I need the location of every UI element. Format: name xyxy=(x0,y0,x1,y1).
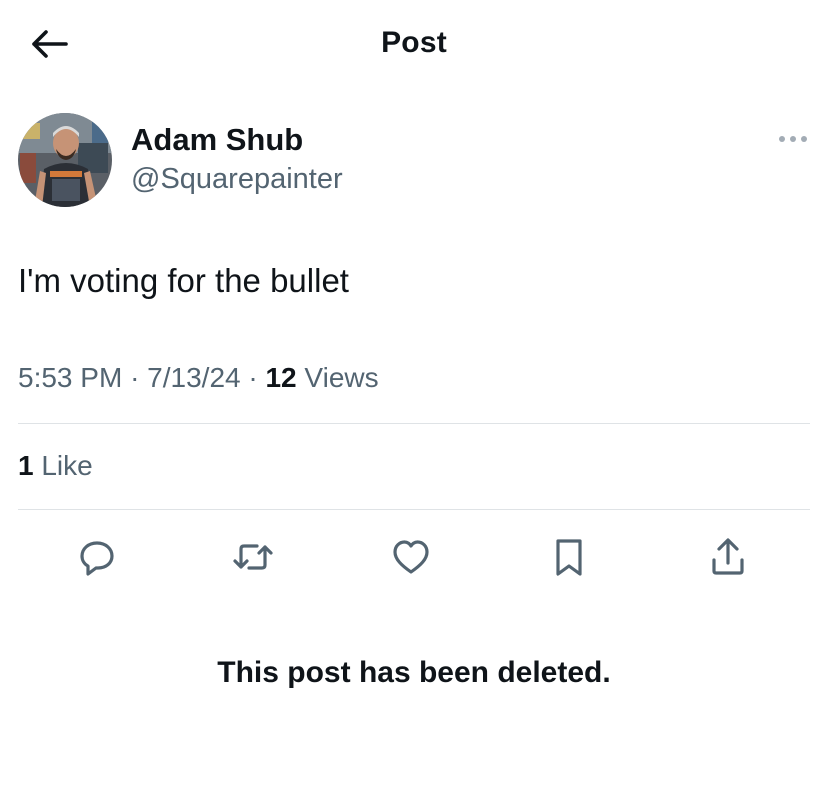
reply-button[interactable] xyxy=(72,532,122,582)
author-display-name[interactable]: Adam Shub xyxy=(131,122,303,158)
divider xyxy=(18,509,810,510)
repost-icon xyxy=(233,544,273,570)
meta-separator: · xyxy=(248,362,258,393)
avatar-photo xyxy=(18,113,112,207)
meta-separator: · xyxy=(130,362,140,393)
likes-count: 1 xyxy=(18,450,34,481)
views-count: 12 xyxy=(265,362,297,393)
share-icon xyxy=(712,538,744,575)
more-options-button[interactable] xyxy=(776,128,810,150)
heart-icon xyxy=(393,540,429,574)
views-label: Views xyxy=(304,362,379,393)
likes-link[interactable]: 1 Like xyxy=(18,450,93,482)
bookmark-button[interactable] xyxy=(544,532,594,582)
divider xyxy=(18,423,810,424)
page-title: Post xyxy=(381,26,447,59)
reply-icon xyxy=(80,541,114,576)
more-horizontal-icon xyxy=(779,136,807,142)
bookmark-icon xyxy=(556,539,582,576)
share-button[interactable] xyxy=(703,532,753,582)
repost-button[interactable] xyxy=(228,532,278,582)
post-time[interactable]: 5:53 PM xyxy=(18,362,122,393)
top-bar: Post xyxy=(0,0,828,90)
avatar[interactable] xyxy=(18,113,112,207)
author-handle[interactable]: @Squarepainter xyxy=(131,163,343,196)
likes-label: Like xyxy=(41,450,93,481)
deleted-notice: This post has been deleted. xyxy=(217,656,611,689)
post-date[interactable]: 7/13/24 xyxy=(147,362,240,393)
like-button[interactable] xyxy=(386,532,436,582)
post-meta: 5:53 PM · 7/13/24 · 12 Views xyxy=(18,362,379,394)
post-text: I'm voting for the bullet xyxy=(18,262,349,299)
